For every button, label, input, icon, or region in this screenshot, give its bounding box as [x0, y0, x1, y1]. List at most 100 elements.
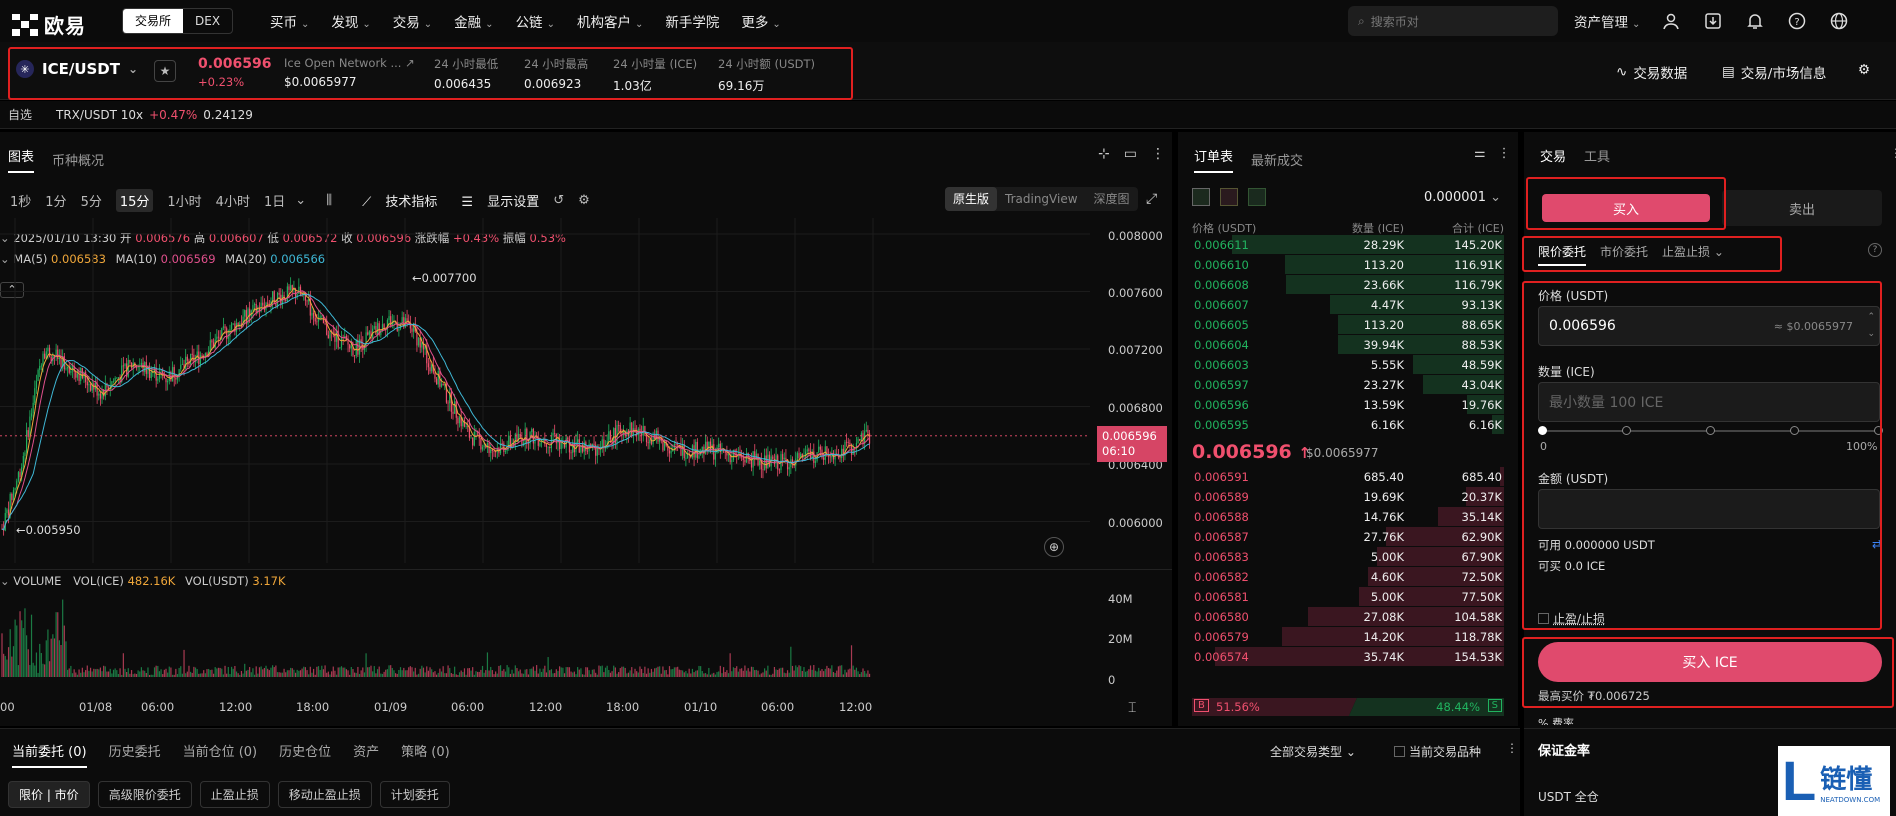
- nav-academy[interactable]: 新手学院: [665, 11, 719, 31]
- dex-tab[interactable]: DEX: [183, 9, 232, 33]
- help-icon[interactable]: ?: [1786, 10, 1808, 32]
- globe-icon[interactable]: [1828, 10, 1850, 32]
- settings-gear-icon[interactable]: ⚙: [1858, 62, 1870, 78]
- nav-discover[interactable]: 发现 ⌄: [331, 11, 370, 31]
- pill-tpsl[interactable]: 止盈止损: [200, 781, 270, 808]
- slider-step-100[interactable]: [1874, 426, 1883, 435]
- nav-more[interactable]: 更多 ⌄: [741, 11, 780, 31]
- tab-chart[interactable]: 图表: [8, 146, 34, 173]
- tab-trade[interactable]: 交易: [1540, 146, 1566, 165]
- bids-row[interactable]: 0.006596 13.59K 19.76K: [1192, 395, 1504, 415]
- view-both-icon[interactable]: [1192, 188, 1210, 206]
- order-type-filter[interactable]: 全部交易类型 ⌄: [1270, 743, 1356, 760]
- pill-trailing-stop[interactable]: 移动止盈止损: [278, 781, 372, 808]
- tab-order-history[interactable]: 历史委托: [109, 741, 161, 768]
- tab-strategies[interactable]: 策略 (0): [401, 741, 450, 768]
- precision-select[interactable]: 0.000001 ⌄: [1424, 190, 1501, 205]
- interval-4h[interactable]: 4小时: [216, 191, 250, 210]
- interval-1d[interactable]: 1日: [264, 191, 285, 210]
- candle-type-icon[interactable]: ⫼: [326, 193, 332, 208]
- pill-advanced-limit[interactable]: 高级限价委托: [98, 781, 192, 808]
- asks-row[interactable]: 0.006591 685.40 685.40: [1192, 467, 1504, 487]
- bell-icon[interactable]: [1744, 10, 1766, 32]
- slider-handle[interactable]: [1538, 426, 1547, 435]
- sliders-icon[interactable]: ⚌: [1474, 146, 1486, 161]
- trade-data-link[interactable]: ∿ 交易数据: [1616, 62, 1687, 82]
- favorite-star-icon[interactable]: ★: [154, 60, 176, 82]
- tab-coin-overview[interactable]: 币种概况: [52, 150, 104, 169]
- slider-step-50[interactable]: [1706, 426, 1715, 435]
- current-pair-checkbox[interactable]: 当前交易品种: [1394, 743, 1481, 760]
- bids-row[interactable]: 0.006607 4.47K 93.13K: [1192, 295, 1504, 315]
- transfer-icon[interactable]: ⇄: [1872, 537, 1882, 551]
- chart-type-depth[interactable]: 深度图: [1086, 187, 1138, 211]
- fullscreen-icon[interactable]: ▭: [1124, 146, 1137, 162]
- buy-side-tab[interactable]: 买入: [1542, 194, 1710, 222]
- nav-finance[interactable]: 金融 ⌄: [454, 11, 493, 31]
- nav-institutional[interactable]: 机构客户 ⌄: [577, 11, 643, 31]
- interval-1h[interactable]: 1小时: [167, 191, 201, 210]
- fav-pair-trx[interactable]: TRX/USDT 10x: [56, 108, 143, 122]
- user-icon[interactable]: [1660, 10, 1682, 32]
- bids-row[interactable]: 0.006597 23.27K 43.04K: [1192, 375, 1504, 395]
- tab-recent-trades[interactable]: 最新成交: [1251, 150, 1303, 169]
- pill-trigger-order[interactable]: 计划委托: [380, 781, 450, 808]
- display-settings-button[interactable]: ☰ 显示设置: [451, 191, 539, 210]
- asks-row[interactable]: 0.006580 27.08K 104.58K: [1192, 607, 1504, 627]
- nav-chain[interactable]: 公链 ⌄: [516, 11, 555, 31]
- undo-icon[interactable]: ↺: [553, 193, 564, 208]
- interval-15m[interactable]: 15分: [116, 189, 154, 212]
- candlestick-chart[interactable]: [0, 218, 1100, 563]
- chart-type-native[interactable]: 原生版: [945, 187, 997, 211]
- tab-market-order[interactable]: 市价委托: [1600, 243, 1648, 266]
- market-info-link[interactable]: ▤ 交易/市场信息: [1722, 62, 1826, 82]
- slider-step-75[interactable]: [1790, 426, 1799, 435]
- quantity-input[interactable]: 最小数量 100 ICE: [1538, 382, 1880, 422]
- fee-rate-label[interactable]: % 费率: [1538, 715, 1574, 725]
- tab-tools[interactable]: 工具: [1584, 146, 1610, 165]
- slider-step-25[interactable]: [1622, 426, 1631, 435]
- tab-assets[interactable]: 资产: [353, 741, 379, 768]
- asks-row[interactable]: 0.006574 35.74K 154.53K: [1192, 647, 1504, 667]
- tab-open-orders[interactable]: 当前委托 (0): [12, 741, 87, 768]
- tab-tpsl-order[interactable]: 止盈止损 ⌄: [1662, 243, 1724, 266]
- more-vertical-icon[interactable]: ⋮: [1890, 146, 1896, 160]
- bids-row[interactable]: 0.006595 6.16K 6.16K: [1192, 415, 1504, 435]
- view-bids-icon[interactable]: [1248, 188, 1266, 206]
- tab-orderbook[interactable]: 订单表: [1194, 146, 1233, 173]
- bids-row[interactable]: 0.006603 5.55K 48.59K: [1192, 355, 1504, 375]
- bids-row[interactable]: 0.006605 113.20 88.65K: [1192, 315, 1504, 335]
- crosshair-globe-icon[interactable]: ⊕: [1044, 537, 1064, 557]
- asks-row[interactable]: 0.006588 14.76K 35.14K: [1192, 507, 1504, 527]
- amount-input[interactable]: [1538, 489, 1880, 529]
- add-alert-icon[interactable]: ⊹: [1098, 146, 1110, 162]
- nav-buy-crypto[interactable]: 买币 ⌄: [270, 11, 309, 31]
- indicators-button[interactable]: ⟋ 技术指标: [352, 191, 437, 210]
- amount-slider[interactable]: [1542, 430, 1878, 432]
- view-asks-icon[interactable]: [1220, 188, 1238, 206]
- asks-row[interactable]: 0.006583 5.00K 67.90K: [1192, 547, 1504, 567]
- asset-management-menu[interactable]: 资产管理 ⌄: [1574, 11, 1640, 31]
- chart-settings-icon[interactable]: ⚙: [578, 193, 590, 208]
- asks-row[interactable]: 0.006581 5.00K 77.50K: [1192, 587, 1504, 607]
- asks-row[interactable]: 0.006579 14.20K 118.78K: [1192, 627, 1504, 647]
- search-input[interactable]: ⌕ 搜索币对: [1348, 6, 1558, 36]
- more-vertical-icon[interactable]: ⋮: [1506, 741, 1518, 755]
- download-icon[interactable]: [1702, 10, 1724, 32]
- chart-type-tradingview[interactable]: TradingView: [997, 187, 1086, 211]
- asks-row[interactable]: 0.006589 19.69K 20.37K: [1192, 487, 1504, 507]
- info-icon[interactable]: ?: [1868, 243, 1882, 257]
- tpsl-checkbox[interactable]: 止盈/止损: [1538, 610, 1605, 627]
- tab-limit-order[interactable]: 限价委托: [1538, 243, 1586, 266]
- buy-ice-button[interactable]: 买入 ICE: [1538, 642, 1882, 682]
- tab-positions[interactable]: 当前仓位 (0): [183, 741, 258, 768]
- bids-row[interactable]: 0.006610 113.20 116.91K: [1192, 255, 1504, 275]
- asks-row[interactable]: 0.006582 4.60K 72.50K: [1192, 567, 1504, 587]
- cursor-tool-icon[interactable]: ⌶: [1128, 700, 1136, 716]
- interval-1m[interactable]: 1分: [45, 191, 66, 210]
- interval-1s[interactable]: 1秒: [10, 191, 31, 210]
- tab-position-history[interactable]: 历史仓位: [279, 741, 331, 768]
- bids-row[interactable]: 0.006604 39.94K 88.53K: [1192, 335, 1504, 355]
- chevron-down-icon[interactable]: ⌄: [295, 193, 306, 208]
- more-vertical-icon[interactable]: ⋮: [1498, 146, 1511, 161]
